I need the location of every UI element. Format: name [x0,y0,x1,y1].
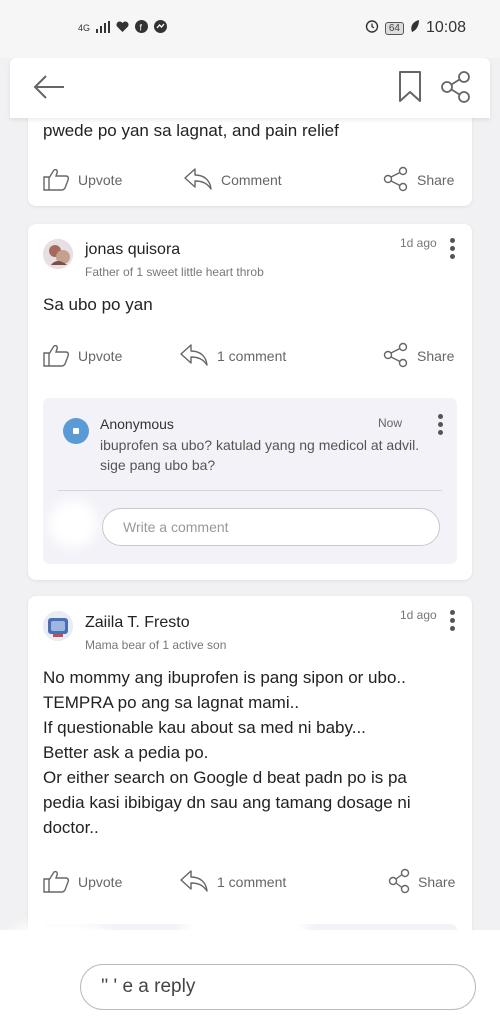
upvote-label: Upvote [78,172,123,188]
upvote-label: Upvote [78,874,123,890]
post-time: 1d ago [400,236,437,250]
reply-arrow-icon [179,343,209,370]
post-text-line: If questionable kau about sa med ni baby… [43,718,366,737]
post-time: 1d ago [400,608,437,622]
anonymous-avatar [63,418,89,444]
facebook-icon: f [135,20,149,36]
upvote-button[interactable]: Upvote [42,163,122,197]
comment-button[interactable]: 1 comment [179,339,286,373]
author-name[interactable]: Zaiila T. Fresto [85,614,190,632]
more-options-icon[interactable] [450,238,456,262]
avatar[interactable] [43,239,73,269]
post-text: pwede po yan sa lagnat, and pain relief [43,121,339,140]
comment-more-options-icon[interactable] [438,414,444,438]
thumbs-up-icon [42,343,70,370]
comment-count-label: 1 comment [217,348,287,364]
upvote-button[interactable]: Upvote [42,339,122,373]
reply-input[interactable]: '' ' e a reply [80,964,476,1010]
messenger-icon [154,20,168,36]
more-options-icon[interactable] [450,610,456,634]
reply-bar: '' ' e a reply [0,910,500,1033]
post-text-line: Or either search on Google d beat padn p… [43,768,407,787]
upvote-label: Upvote [78,348,123,364]
upvote-button[interactable]: Upvote [42,865,122,899]
comment-author: Anonymous [100,416,174,432]
author-bio: Father of 1 sweet little heart throb [85,265,264,279]
blurred-region [180,910,310,950]
share-icon [383,342,409,371]
share-button[interactable]: Share [388,865,455,899]
share-label: Share [417,172,455,188]
blurred-avatar [49,500,97,548]
share-icon[interactable] [440,70,472,109]
share-button[interactable]: Share [383,339,454,373]
signal-icon [96,20,111,36]
divider [58,490,442,491]
post-actions: Upvote 1 comment Share [28,865,472,899]
thumbs-up-icon [42,167,70,194]
heart-icon [116,20,129,36]
post-text-line: pedia kasi ibibigay dn sau ang tamang do… [43,793,411,812]
battery-indicator: 64 [384,21,404,35]
post-card-1: pwede po yan sa lagnat, and pain relief … [28,110,472,206]
post-text-line: No mommy ang ibuprofen is pang sipon or … [43,668,406,687]
post-actions: Upvote 1 comment Share [28,339,472,373]
author-name[interactable]: jonas quisora [85,241,180,259]
post-text: No mommy ang ibuprofen is pang sipon or … [43,665,411,840]
post-text-line: TEMPRA po ang sa lagnat mami.. [43,693,300,712]
back-arrow-icon[interactable] [32,72,66,107]
post-card-2: jonas quisora Father of 1 sweet little h… [28,224,472,580]
author-bio: Mama bear of 1 active son [85,638,227,652]
post-text: Sa ubo po yan [43,295,153,314]
post-text-line: Better ask a pedia po. [43,743,209,762]
leaf-icon [410,19,420,37]
app-bar [10,58,490,118]
reply-arrow-icon [183,167,213,194]
comment-button[interactable]: Comment [183,163,282,197]
status-left: 4G f [78,20,168,36]
alarm-icon [365,19,379,37]
comment-count-label: 1 comment [217,874,287,890]
share-label: Share [418,874,456,890]
network-label: 4G [78,23,91,33]
reply-arrow-icon [179,869,209,896]
write-comment-input[interactable]: Write a comment [102,508,440,546]
comment-label: Comment [221,172,282,188]
comment-text: ibuprofen sa ubo? katulad yang ng medico… [100,437,420,473]
status-right: 64 10:08 [365,19,466,37]
comment-button[interactable]: 1 comment [179,865,286,899]
share-icon [388,868,410,897]
comment-panel: Anonymous Now ibuprofen sa ubo? katulad … [43,398,457,564]
share-label: Share [417,348,455,364]
avatar[interactable] [43,611,73,641]
share-button[interactable]: Share [383,163,454,197]
bookmark-icon[interactable] [398,70,422,109]
post-actions: Upvote Comment Share [28,163,472,197]
share-icon [383,166,409,195]
clock-time: 10:08 [425,19,466,36]
post-text-line: doctor.. [43,818,99,837]
thumbs-up-icon [42,869,70,896]
comment-time: Now [378,416,403,430]
status-bar: 4G f 64 10:08 [0,0,500,58]
